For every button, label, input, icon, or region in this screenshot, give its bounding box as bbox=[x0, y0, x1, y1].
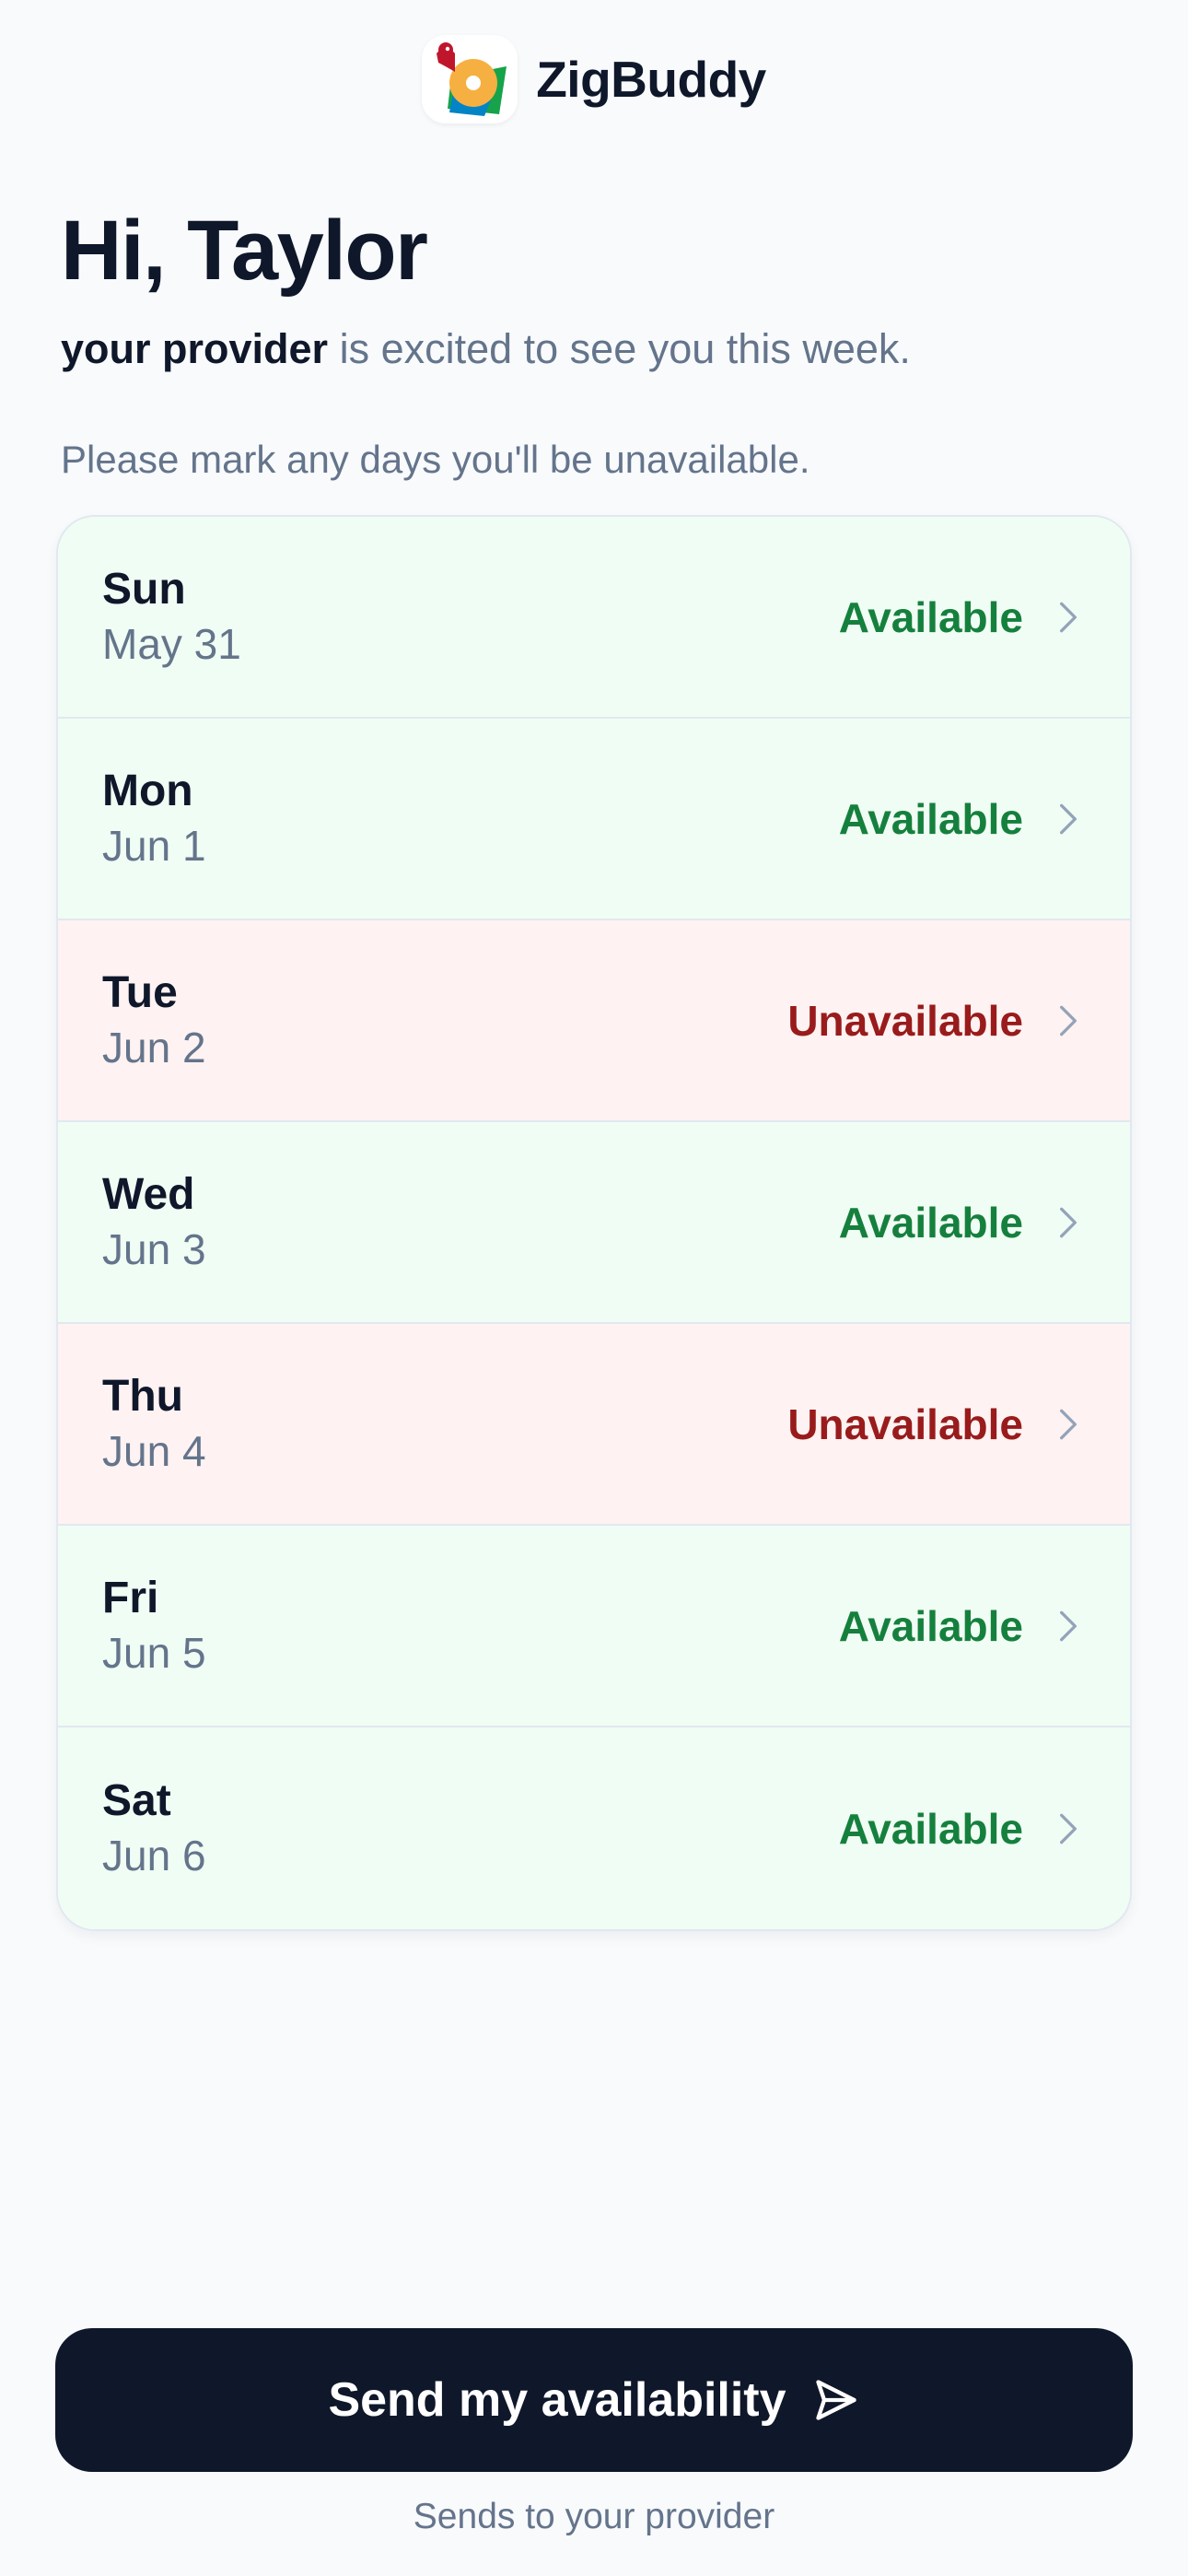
chevron-right-icon bbox=[1058, 1810, 1080, 1847]
availability-status: Available bbox=[838, 1198, 1023, 1247]
day-label: Fri Jun 5 bbox=[102, 1571, 839, 1681]
day-row-thu[interactable]: Thu Jun 4 Unavailable bbox=[58, 1324, 1130, 1526]
availability-status: Available bbox=[838, 794, 1023, 843]
chevron-right-icon bbox=[1058, 1002, 1080, 1039]
day-name: Sun bbox=[102, 564, 186, 614]
day-name: Tue bbox=[102, 967, 178, 1017]
day-row-fri[interactable]: Fri Jun 5 Available bbox=[58, 1526, 1130, 1727]
send-availability-button[interactable]: Send my availability bbox=[55, 2328, 1133, 2472]
instructions-text: Please mark any days you'll be unavailab… bbox=[61, 438, 810, 481]
day-label: Wed Jun 3 bbox=[102, 1167, 839, 1278]
provider-name: your provider bbox=[61, 325, 329, 372]
day-date: Jun 1 bbox=[102, 821, 206, 870]
brand-name: ZigBuddy bbox=[536, 51, 766, 108]
day-row-sat[interactable]: Sat Jun 6 Available bbox=[58, 1727, 1130, 1929]
brand-header: ZigBuddy bbox=[0, 35, 1188, 123]
availability-status: Unavailable bbox=[787, 1399, 1023, 1448]
day-date: Jun 6 bbox=[102, 1831, 206, 1879]
day-date: Jun 2 bbox=[102, 1023, 206, 1071]
availability-page: ZigBuddy Hi, Taylor your provider is exc… bbox=[0, 0, 1188, 2576]
day-row-sun[interactable]: Sun May 31 Available bbox=[58, 517, 1130, 719]
greeting-message: your provider is excited to see you this… bbox=[61, 324, 911, 374]
day-name: Fri bbox=[102, 1573, 159, 1622]
chevron-right-icon bbox=[1058, 1608, 1080, 1645]
chevron-right-icon bbox=[1058, 1204, 1080, 1241]
day-date: Jun 3 bbox=[102, 1224, 206, 1273]
chevron-right-icon bbox=[1058, 801, 1080, 837]
day-row-tue[interactable]: Tue Jun 2 Unavailable bbox=[58, 920, 1130, 1122]
day-name: Mon bbox=[102, 766, 193, 815]
zigbuddy-logo-icon bbox=[422, 35, 518, 123]
availability-status: Unavailable bbox=[787, 996, 1023, 1045]
days-list: Sun May 31 Available Mon Jun 1 Available Tue Ju… bbox=[56, 515, 1132, 1931]
greeting-title: Hi, Taylor bbox=[61, 204, 428, 298]
availability-status: Available bbox=[838, 1601, 1023, 1650]
day-name: Sat bbox=[102, 1775, 171, 1825]
day-label: Mon Jun 1 bbox=[102, 764, 839, 874]
day-row-wed[interactable]: Wed Jun 3 Available bbox=[58, 1122, 1130, 1324]
day-label: Sun May 31 bbox=[102, 562, 839, 673]
day-date: Jun 4 bbox=[102, 1426, 206, 1475]
day-label: Thu Jun 4 bbox=[102, 1369, 787, 1480]
day-label: Tue Jun 2 bbox=[102, 966, 787, 1076]
availability-status: Available bbox=[838, 592, 1023, 641]
day-label: Sat Jun 6 bbox=[102, 1774, 839, 1884]
day-name: Wed bbox=[102, 1169, 195, 1219]
send-footnote: Sends to your provider bbox=[413, 2497, 775, 2536]
day-date: May 31 bbox=[102, 619, 241, 668]
greeting-message-text: is excited to see you this week. bbox=[328, 325, 911, 372]
chevron-right-icon bbox=[1058, 599, 1080, 636]
day-date: Jun 5 bbox=[102, 1628, 206, 1677]
day-row-mon[interactable]: Mon Jun 1 Available bbox=[58, 719, 1130, 920]
send-icon bbox=[812, 2376, 860, 2424]
send-button-label: Send my availability bbox=[328, 2373, 786, 2427]
availability-status: Available bbox=[838, 1804, 1023, 1853]
day-name: Thu bbox=[102, 1371, 183, 1421]
chevron-right-icon bbox=[1058, 1406, 1080, 1443]
